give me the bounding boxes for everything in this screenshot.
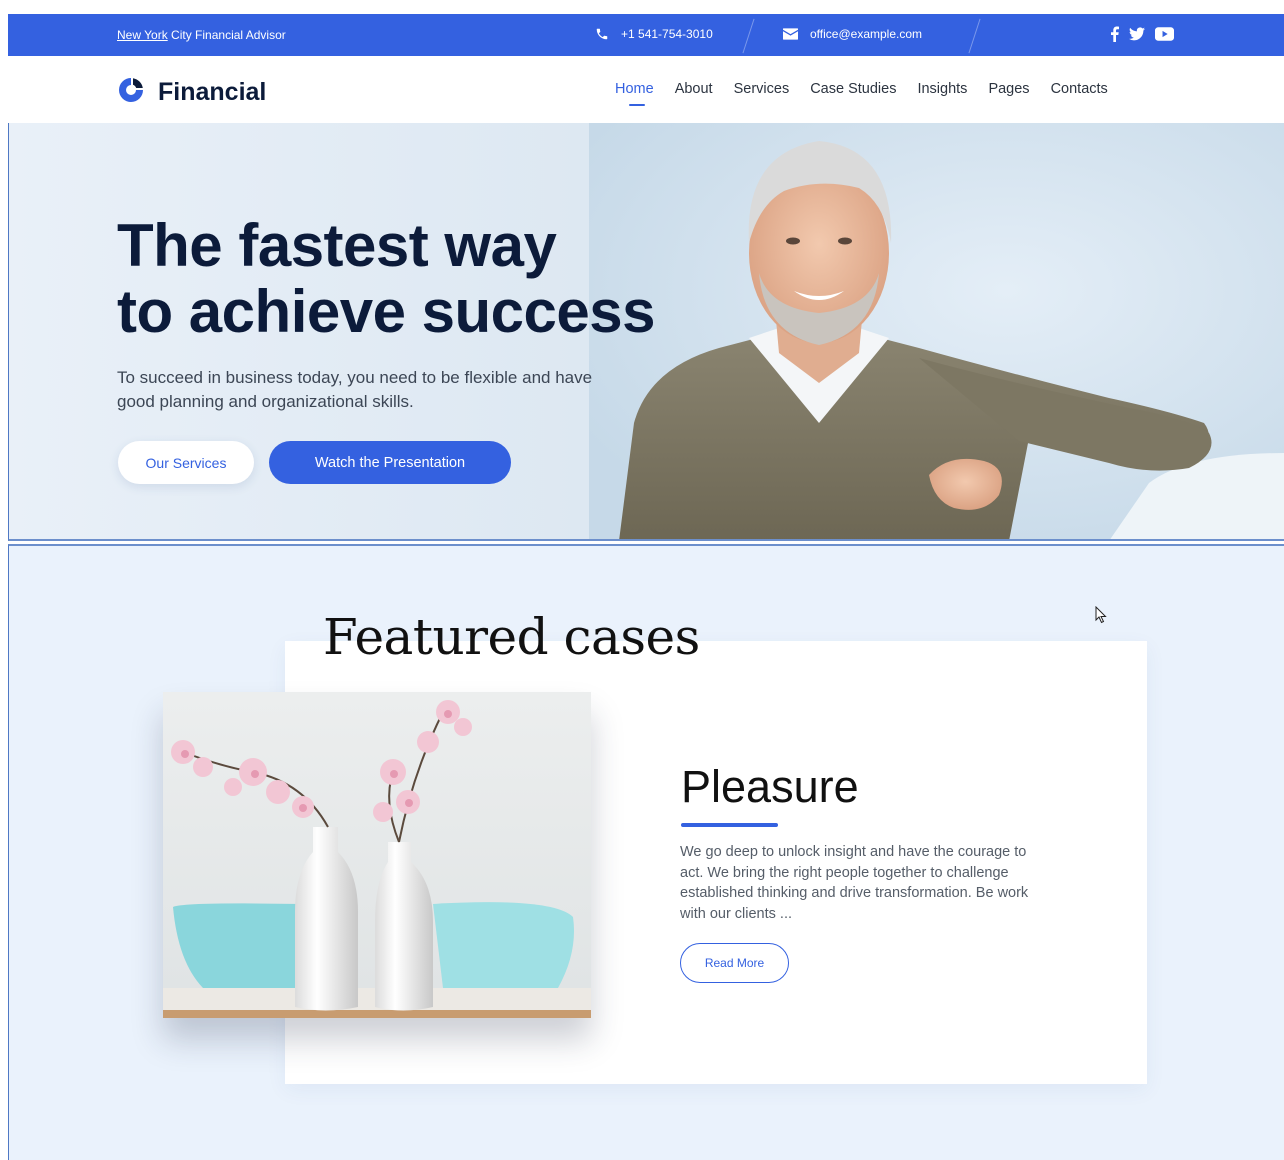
twitter-icon[interactable]: [1129, 27, 1145, 41]
page-frame: New York City Financial Advisor +1 541-7…: [8, 14, 1284, 1160]
hero-title-line2: to achieve success: [117, 278, 656, 345]
youtube-icon[interactable]: [1155, 27, 1174, 41]
nav-about[interactable]: About: [675, 81, 713, 97]
city-link[interactable]: New York: [117, 28, 168, 42]
logo[interactable]: Financial: [116, 75, 266, 110]
email-address: office@example.com: [810, 27, 923, 41]
case-title-underline: [681, 823, 778, 827]
logo-text: Financial: [158, 78, 267, 106]
phone-icon: [595, 27, 609, 41]
nav-home[interactable]: Home: [615, 81, 654, 106]
hero-section: The fastest way to achieve success To su…: [8, 123, 1284, 541]
tagline: New York City Financial Advisor: [117, 28, 286, 42]
tagline-text: City Financial Advisor: [171, 28, 286, 42]
featured-cases-section: Featured cases Pleasure We go deep to un…: [8, 544, 1284, 1160]
hero-man-image: [589, 123, 1284, 539]
nav-contacts[interactable]: Contacts: [1051, 81, 1108, 97]
nav-insights[interactable]: Insights: [917, 81, 967, 97]
nav-pages[interactable]: Pages: [988, 81, 1029, 97]
hero-title-line1: The fastest way: [117, 212, 557, 279]
featured-cases-heading: Featured cases: [323, 608, 700, 666]
nav-case-studies[interactable]: Case Studies: [810, 81, 896, 97]
top-bar: New York City Financial Advisor +1 541-7…: [8, 14, 1284, 56]
logo-icon: [116, 75, 146, 110]
divider: [742, 18, 755, 54]
hero-title: The fastest way to achieve success: [117, 212, 656, 345]
divider: [968, 18, 981, 54]
vases-illustration: [163, 692, 591, 1018]
main-nav: Home About Services Case Studies Insight…: [615, 81, 1108, 106]
our-services-button[interactable]: Our Services: [118, 441, 254, 484]
case-image[interactable]: [163, 692, 591, 1018]
case-title: Pleasure: [681, 761, 859, 812]
hero-subtitle: To succeed in business today, you need t…: [117, 368, 593, 411]
facebook-icon[interactable]: [1110, 26, 1119, 42]
phone-number: +1 541-754-3010: [621, 27, 713, 41]
phone-contact[interactable]: +1 541-754-3010: [595, 27, 713, 41]
envelope-icon: [783, 28, 798, 40]
read-more-button[interactable]: Read More: [680, 943, 789, 983]
case-description: We go deep to unlock insight and have th…: [680, 844, 1029, 922]
main-navbar: Financial Home About Services Case Studi…: [8, 56, 1284, 123]
social-links: [1110, 26, 1174, 42]
watch-presentation-button[interactable]: Watch the Presentation: [269, 441, 511, 484]
email-contact[interactable]: office@example.com: [783, 27, 922, 41]
nav-services[interactable]: Services: [734, 81, 790, 97]
mouse-cursor-icon: [1095, 605, 1107, 629]
